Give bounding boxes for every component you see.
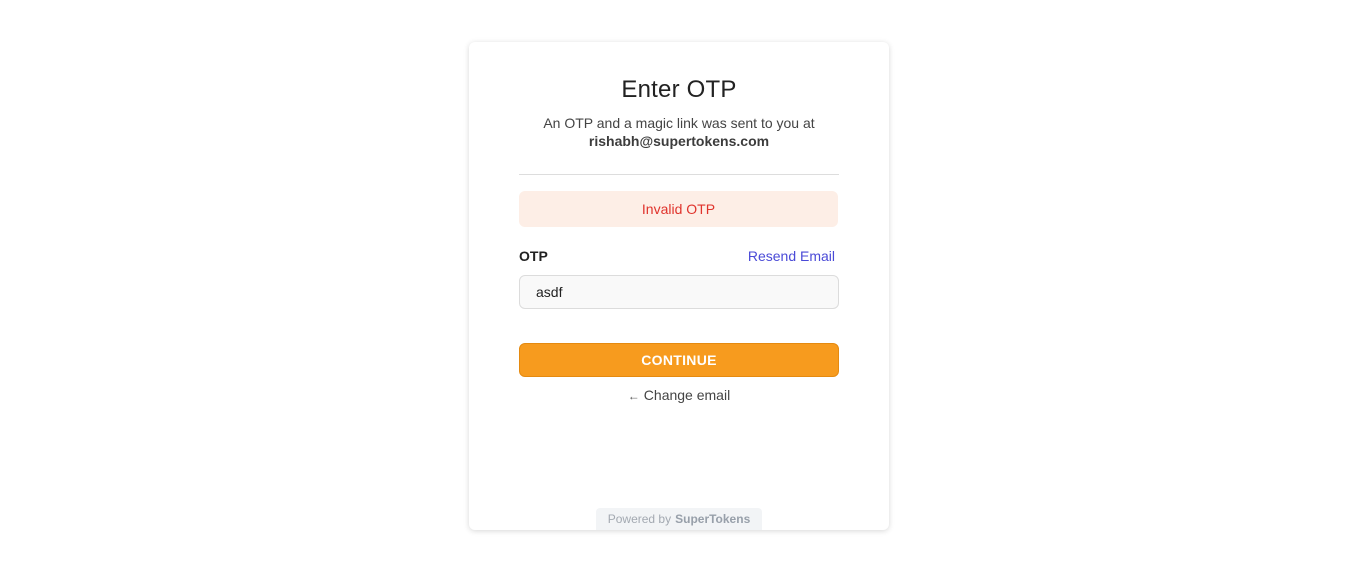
arrow-left-icon: ←: [627, 389, 640, 403]
otp-card: Enter OTP An OTP and a magic link was se…: [469, 42, 889, 530]
powered-by-badge: Powered by SuperTokens: [596, 508, 762, 530]
powered-by-text: Powered by: [607, 512, 672, 526]
error-message: Invalid OTP: [641, 201, 716, 217]
subtitle-text: An OTP and a magic link was sent to you …: [543, 115, 815, 131]
otp-input[interactable]: [519, 275, 839, 309]
brand-name: SuperTokens: [675, 512, 751, 526]
change-email-label: Change email: [643, 387, 731, 403]
page-title: Enter OTP: [621, 76, 737, 103]
divider: [519, 174, 839, 175]
continue-button[interactable]: CONTINUE: [519, 343, 839, 377]
resend-email-link[interactable]: Resend Email: [748, 248, 835, 264]
otp-label: OTP: [519, 248, 548, 264]
user-email: rishabh@supertokens.com: [588, 133, 770, 149]
subtitle: An OTP and a magic link was sent to you …: [469, 114, 889, 150]
change-email-link[interactable]: ← Change email: [469, 387, 889, 403]
error-banner: Invalid OTP: [519, 191, 838, 227]
